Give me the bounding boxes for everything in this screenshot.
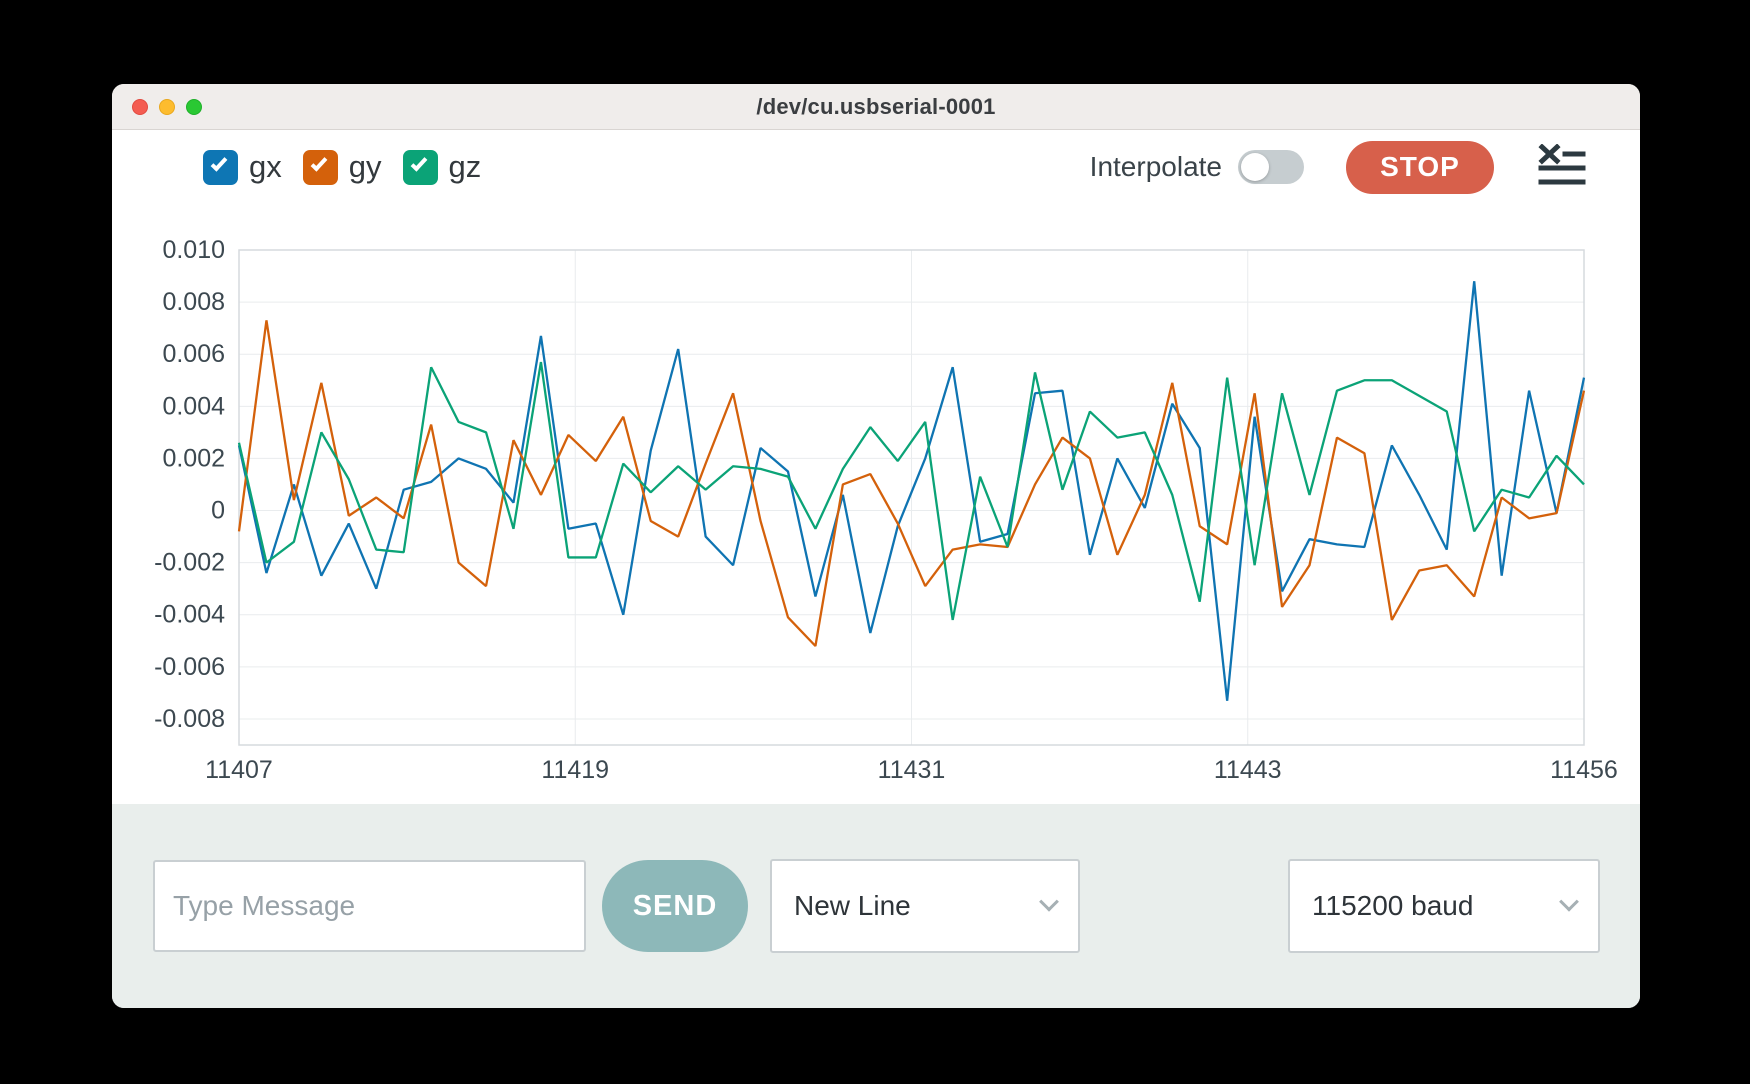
minimize-button[interactable] <box>159 99 175 115</box>
window-title: /dev/cu.usbserial-0001 <box>756 94 995 120</box>
series-label-gx: gx <box>249 149 282 185</box>
svg-text:11419: 11419 <box>541 756 609 784</box>
series-label-gz: gz <box>449 149 482 185</box>
svg-text:0.008: 0.008 <box>162 288 225 316</box>
svg-text:-0.006: -0.006 <box>154 653 225 681</box>
series-toggle-gz[interactable]: gz <box>403 149 482 185</box>
series-toggles: gx gy gz <box>203 149 481 185</box>
stop-button[interactable]: STOP <box>1346 141 1494 194</box>
chevron-down-icon <box>1039 892 1059 912</box>
app-window: /dev/cu.usbserial-0001 gx gy gz Interpol… <box>112 84 1640 1008</box>
traffic-lights <box>132 84 202 129</box>
checkbox-gy-checked-icon[interactable] <box>303 150 338 185</box>
checkbox-gz-checked-icon[interactable] <box>403 150 438 185</box>
message-input[interactable] <box>153 860 586 952</box>
svg-text:-0.004: -0.004 <box>154 601 225 629</box>
chevron-down-icon <box>1559 892 1579 912</box>
line-ending-value: New Line <box>794 890 911 922</box>
close-button[interactable] <box>132 99 148 115</box>
series-toggle-gy[interactable]: gy <box>303 149 382 185</box>
svg-text:0.010: 0.010 <box>162 236 225 264</box>
checkbox-gx-checked-icon[interactable] <box>203 150 238 185</box>
series-toggle-gx[interactable]: gx <box>203 149 282 185</box>
controls-row: gx gy gz Interpolate STOP <box>112 130 1640 204</box>
clear-list-icon[interactable] <box>1538 144 1586 190</box>
svg-text:11407: 11407 <box>205 756 273 784</box>
baud-rate-select[interactable]: 115200 baud <box>1288 859 1600 953</box>
send-button[interactable]: SEND <box>602 860 748 952</box>
line-chart: 0.010 0.008 0.006 0.004 0.002 0 -0.002 -0.004 -0… <box>112 204 1640 804</box>
svg-text:0.006: 0.006 <box>162 340 225 368</box>
svg-text:11431: 11431 <box>878 756 946 784</box>
toggle-knob <box>1241 153 1269 181</box>
zoom-button[interactable] <box>186 99 202 115</box>
svg-text:0.002: 0.002 <box>162 444 225 472</box>
baud-rate-value: 115200 baud <box>1312 890 1473 922</box>
svg-text:11443: 11443 <box>1214 756 1282 784</box>
line-ending-select[interactable]: New Line <box>770 859 1080 953</box>
svg-text:0: 0 <box>211 497 225 525</box>
svg-text:-0.008: -0.008 <box>154 705 225 733</box>
series-label-gy: gy <box>349 149 382 185</box>
interpolate-toggle[interactable] <box>1238 150 1304 184</box>
titlebar: /dev/cu.usbserial-0001 <box>112 84 1640 130</box>
right-controls: Interpolate STOP <box>1090 141 1586 194</box>
svg-text:0.004: 0.004 <box>162 392 225 420</box>
interpolate-label: Interpolate <box>1090 151 1222 183</box>
svg-text:11456: 11456 <box>1550 756 1618 784</box>
svg-text:-0.002: -0.002 <box>154 549 225 577</box>
chart-area: 0.010 0.008 0.006 0.004 0.002 0 -0.002 -0.004 -0… <box>112 204 1640 804</box>
footer-bar: SEND New Line 115200 baud <box>112 804 1640 1008</box>
